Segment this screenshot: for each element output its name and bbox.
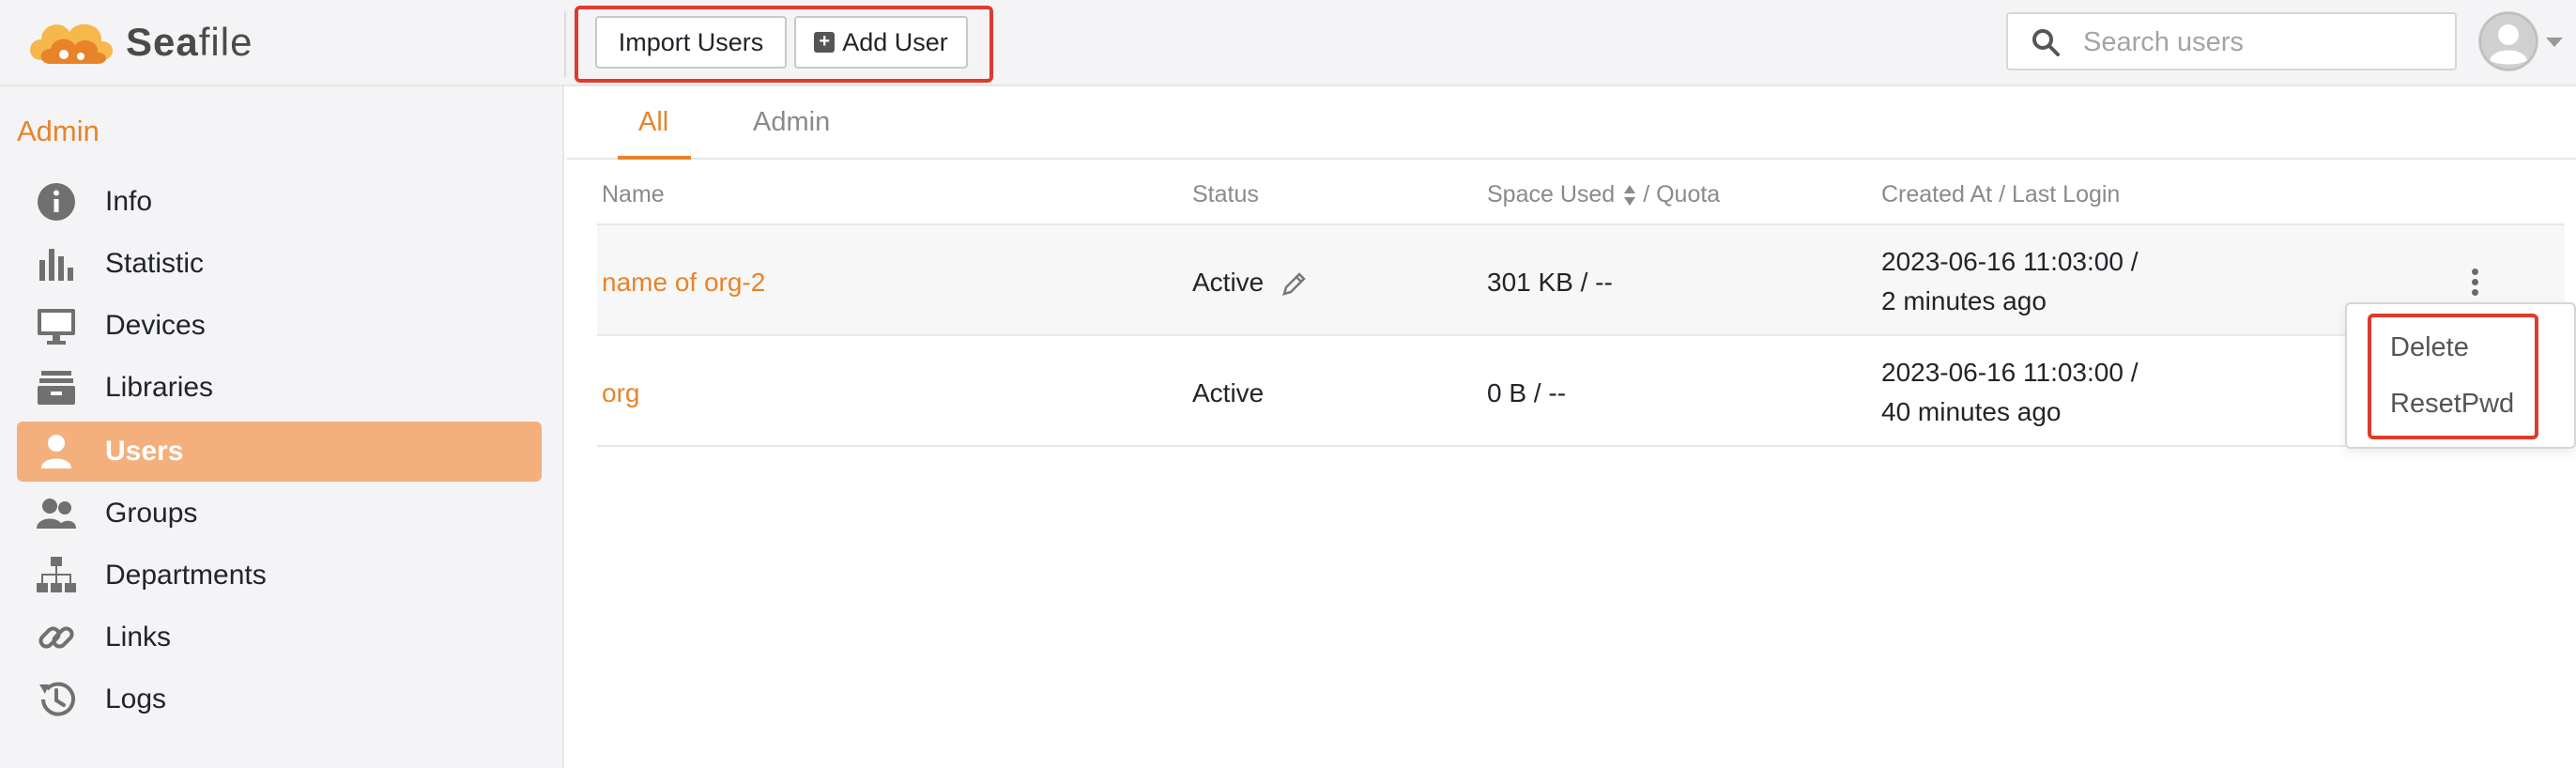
link-icon [34,615,79,660]
status-text: Active [1192,378,1265,407]
top-header: Seafile Import Users + Add User [0,0,2576,86]
import-users-label: Import Users [618,27,764,56]
more-options-icon[interactable] [2465,269,2484,302]
logo-wordmark: Seafile [126,20,253,65]
sort-icon[interactable] [1622,183,1637,207]
active-tab-indicator [618,156,691,160]
column-header-name: Name [602,181,665,207]
import-users-button[interactable]: Import Users [595,16,787,69]
org-chart-icon [34,553,79,598]
header-divider [564,11,566,77]
tab-all[interactable]: All [638,107,668,138]
user-avatar-icon [2479,12,2538,70]
user-name-link[interactable]: name of org-2 [602,268,765,298]
group-icon [34,491,79,536]
table-row [597,336,2565,447]
last-login-value: 2 minutes ago [1881,286,2047,315]
user-name-link[interactable]: org [602,378,639,408]
history-icon [34,677,79,722]
sidebar-item-links[interactable]: Links [17,607,542,668]
status-text: Active [1192,268,1265,297]
sidebar-item-label: Statistic [105,248,205,279]
search-box[interactable] [2006,12,2457,70]
user-icon [34,429,79,474]
tab-admin[interactable]: Admin [753,107,830,138]
add-user-label: Add User [842,27,948,56]
sidebar-item-groups[interactable]: Groups [17,484,542,544]
sidebar-item-devices[interactable]: Devices [17,296,542,356]
sidebar-item-label: Users [105,436,184,467]
last-login-value: 40 minutes ago [1881,397,2062,426]
seafile-logo[interactable]: Seafile [23,9,253,75]
space-used-value: 301 KB / -- [1487,268,1613,297]
annotation-highlight-dropdown [2368,314,2538,439]
logo-text-file: file [198,20,253,64]
sidebar-item-label: Logs [105,684,167,714]
sidebar-item-logs[interactable]: Logs [17,669,542,730]
search-input[interactable] [2083,22,2440,63]
sidebar-item-departments[interactable]: Departments [17,545,542,606]
sidebar-heading: Admin [17,115,100,147]
chevron-down-icon[interactable] [2546,38,2563,47]
sidebar: Admin Info Statistic Devices Libraries U… [0,86,564,768]
created-at-value: 2023-06-16 11:03:00 / [1881,358,2139,387]
sidebar-item-info[interactable]: Info [17,172,542,232]
column-header-created: Created At / Last Login [1881,181,2121,207]
avatar[interactable] [2478,11,2538,71]
sidebar-item-label: Departments [105,560,267,591]
info-icon [34,179,79,224]
space-used-value: 0 B / -- [1487,378,1567,407]
created-at-value: 2023-06-16 11:03:00 / [1881,247,2139,276]
quota-label: / Quota [1643,181,1721,207]
logo-text-sea: Sea [126,20,199,64]
archive-icon [34,365,79,410]
column-header-status: Status [1192,181,1259,207]
sidebar-item-libraries[interactable]: Libraries [17,358,542,418]
pencil-edit-icon[interactable] [1280,269,1309,298]
sidebar-item-label: Links [105,622,172,653]
column-header-space[interactable]: Space Used / Quota [1487,181,1720,208]
add-user-button[interactable]: + Add User [794,16,968,69]
cloud-logo-icon [30,23,113,64]
sidebar-item-users[interactable]: Users [17,422,542,482]
tab-bar: All Admin [567,88,2576,160]
bar-chart-icon [34,241,79,286]
search-icon [2032,29,2060,56]
sidebar-item-label: Libraries [105,372,214,403]
sidebar-item-label: Info [105,186,153,217]
space-used-label: Space Used [1487,181,1616,207]
plus-square-icon: + [814,32,836,53]
monitor-icon [34,303,79,348]
sidebar-item-label: Devices [105,310,206,341]
sidebar-item-statistic[interactable]: Statistic [17,234,542,294]
sidebar-item-label: Groups [105,498,198,529]
